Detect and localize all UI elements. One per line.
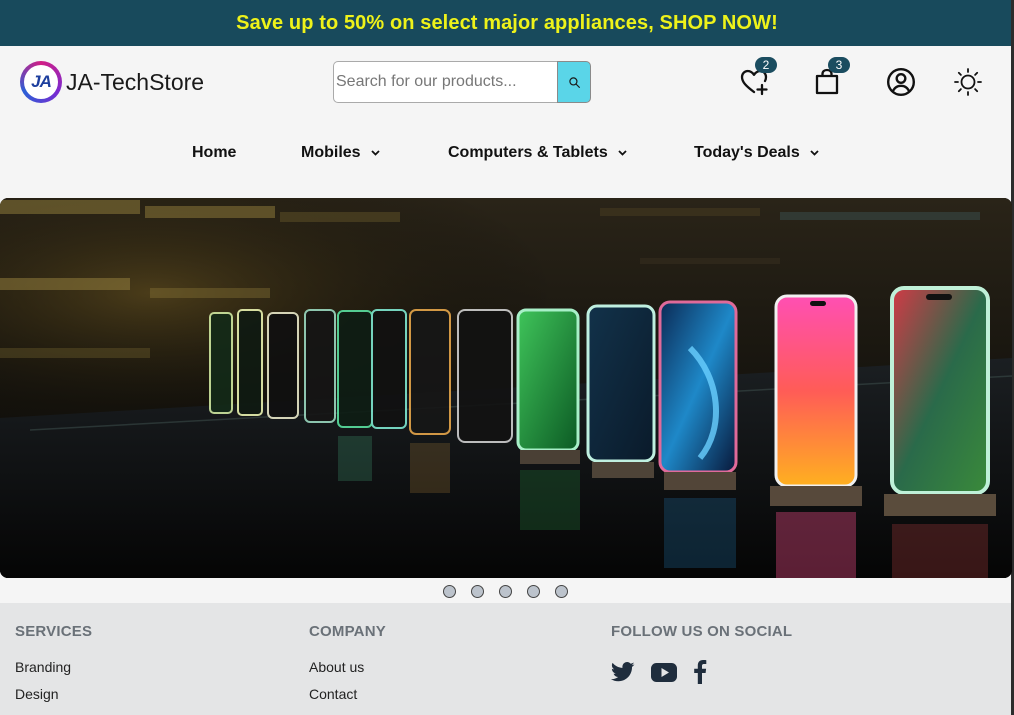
nav-mobiles[interactable]: Mobiles	[301, 144, 380, 162]
carousel-dot[interactable]	[555, 585, 568, 598]
user-circle-icon	[886, 67, 916, 97]
nav-home-label: Home	[192, 144, 237, 161]
nav-computers-label: Computers & Tablets	[448, 144, 608, 161]
logo-mark: JA	[20, 61, 62, 103]
nav-home[interactable]: Home	[192, 144, 236, 162]
carousel-dot[interactable]	[443, 585, 456, 598]
sun-icon	[954, 68, 982, 96]
footer-link-contact[interactable]: Contact	[309, 686, 386, 702]
carousel-indicators	[0, 585, 1011, 598]
nav-deals-label: Today's Deals	[694, 144, 800, 161]
facebook-icon[interactable]	[693, 660, 707, 689]
theme-toggle-button[interactable]	[951, 65, 985, 99]
brand-name: JA-TechStore	[66, 68, 205, 95]
chevron-down-icon	[618, 150, 627, 156]
nav-todays-deals[interactable]: Today's Deals	[694, 144, 819, 162]
footer-services: SERVICES Branding Design	[15, 623, 92, 702]
site-header: JA JA-TechStore 2 3 Home Mobiles Compute…	[0, 46, 1011, 198]
footer-services-heading: SERVICES	[15, 623, 93, 640]
nav-mobiles-label: Mobiles	[301, 144, 361, 161]
footer-company-heading: COMPANY	[309, 623, 386, 640]
logo-letters: JA	[31, 72, 52, 91]
site-logo[interactable]: JA JA-TechStore	[20, 61, 204, 103]
footer-link-branding[interactable]: Branding	[15, 659, 92, 675]
carousel-dot[interactable]	[527, 585, 540, 598]
footer-link-about[interactable]: About us	[309, 659, 386, 675]
footer-link-design[interactable]: Design	[15, 686, 92, 702]
nav-computers-tablets[interactable]: Computers & Tablets	[448, 144, 627, 162]
main-nav: Home Mobiles Computers & Tablets Today's…	[0, 144, 1011, 168]
search-button[interactable]	[557, 61, 591, 103]
carousel-dot[interactable]	[471, 585, 484, 598]
search-input[interactable]	[333, 61, 557, 103]
chevron-down-icon	[810, 150, 819, 156]
hero-image-phones-display	[0, 198, 1012, 578]
wishlist-button[interactable]: 2	[737, 57, 777, 99]
footer-social: FOLLOW US ON SOCIAL	[610, 623, 793, 689]
search-bar	[333, 61, 591, 103]
carousel-dot[interactable]	[499, 585, 512, 598]
cart-count: 3	[828, 57, 850, 73]
account-button[interactable]	[884, 65, 918, 99]
youtube-icon[interactable]	[651, 662, 677, 687]
promo-banner[interactable]: Save up to 50% on select major appliance…	[0, 0, 1014, 46]
search-icon	[568, 76, 580, 88]
site-footer: SERVICES Branding Design COMPANY About u…	[0, 603, 1011, 715]
footer-company: COMPANY About us Contact	[309, 623, 386, 702]
chevron-down-icon	[370, 150, 380, 156]
wishlist-count: 2	[755, 57, 777, 73]
cart-button[interactable]: 3	[810, 57, 850, 99]
hero-carousel-slide[interactable]	[0, 198, 1012, 578]
footer-social-heading: FOLLOW US ON SOCIAL	[611, 623, 793, 640]
social-links	[610, 660, 792, 689]
twitter-icon[interactable]	[610, 662, 635, 687]
promo-text[interactable]: Save up to 50% on select major appliance…	[236, 12, 778, 35]
